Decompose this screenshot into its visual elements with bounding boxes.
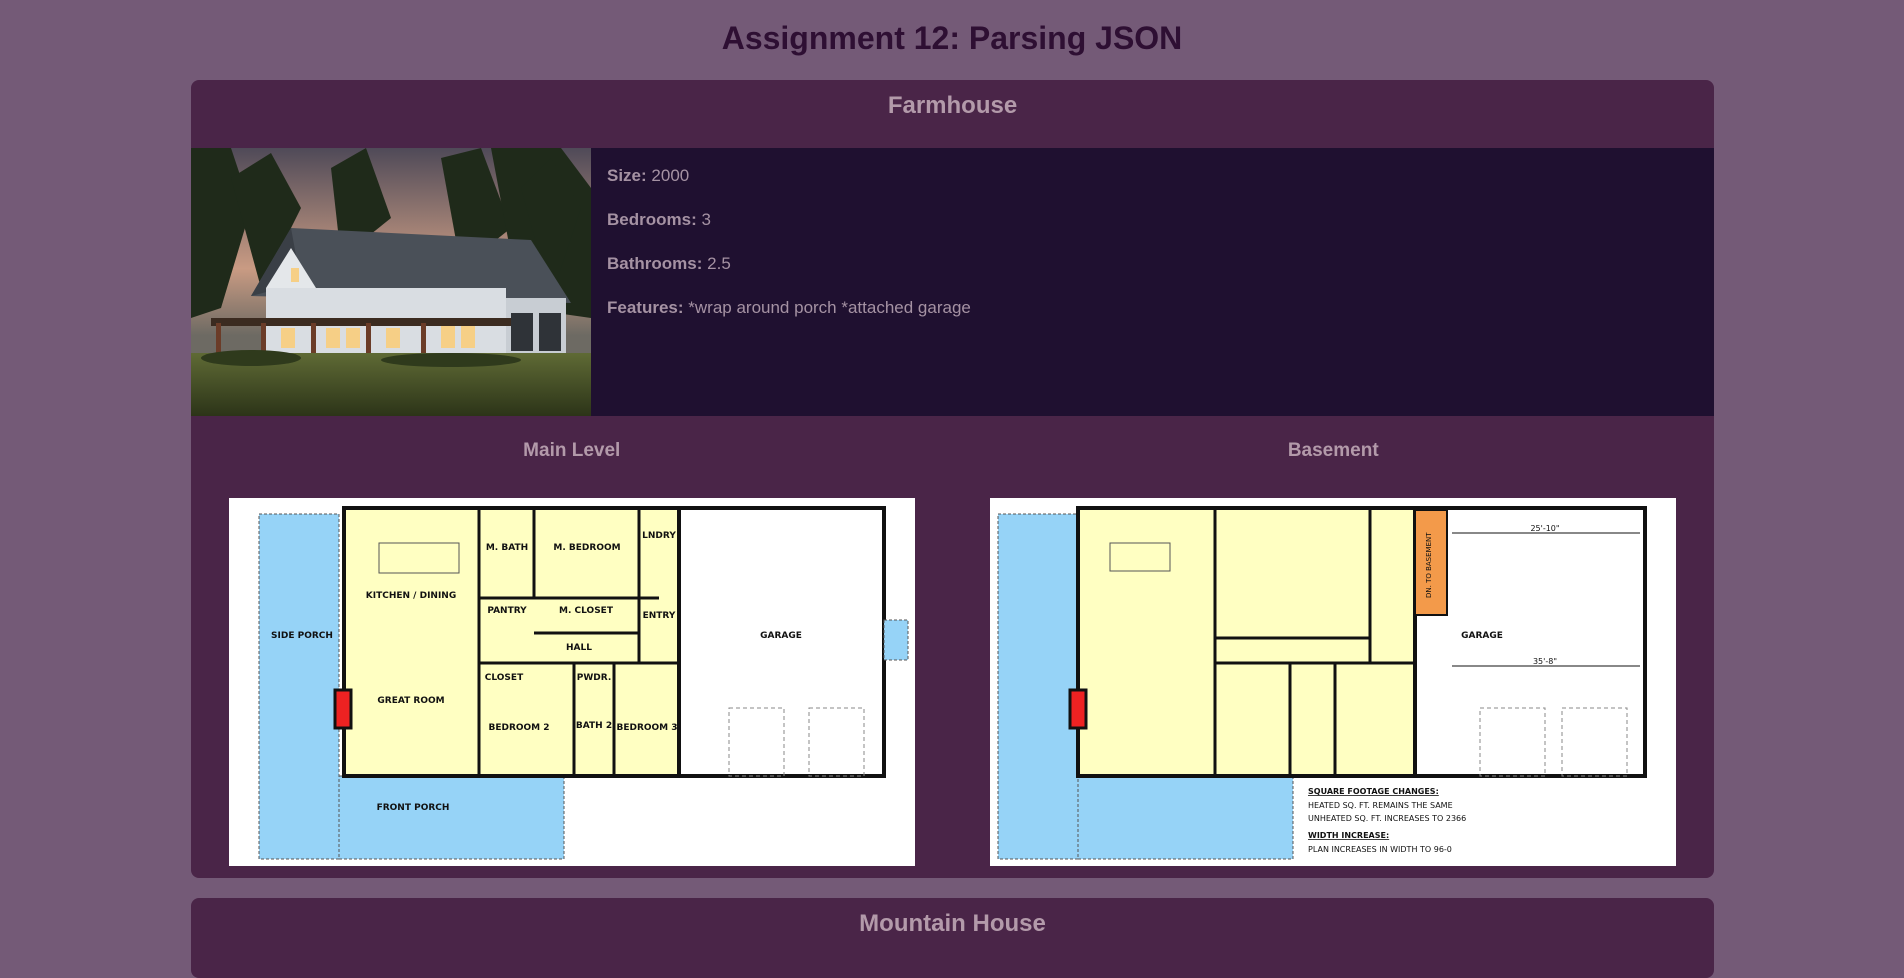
to-basement: DN. TO BASEMENT: [1425, 532, 1433, 598]
room-kitchen: KITCHEN / DINING: [366, 591, 456, 601]
bedrooms-label: Bedrooms:: [607, 210, 697, 229]
room-m-bath: M. BATH: [486, 543, 528, 553]
size-value: 2000: [651, 166, 690, 185]
basement-plan-image: 25'-10" 35'-8" DN. TO BASEMENT GARAGE SQ…: [990, 498, 1677, 866]
bedrooms-row: Bedrooms: 3: [607, 210, 971, 230]
features-row: Features: *wrap around porch *attached g…: [607, 298, 971, 318]
house-photo: [191, 148, 591, 416]
room-closet: CLOSET: [485, 673, 524, 683]
room-great-room: GREAT ROOM: [377, 696, 444, 706]
plan-label-main-level: Main Level: [523, 440, 621, 461]
house-card-mountain-house: Mountain House: [191, 898, 1714, 978]
bathrooms-value: 2.5: [707, 254, 731, 273]
bathrooms-row: Bathrooms: 2.5: [607, 254, 971, 274]
house-card-farmhouse: Farmhouse Size: 2000 Bedrooms: 3 Bathroo…: [191, 80, 1714, 878]
room-bedroom-2: BEDROOM 2: [488, 723, 549, 733]
size-label: Size:: [607, 166, 647, 185]
floor-plan-basement: Basement 25'-10" 35'-8" DN. TO BASEMENT …: [990, 440, 1677, 866]
room-front-porch: FRONT PORCH: [376, 803, 449, 813]
sq-line-1: HEATED SQ. FT. REMAINS THE SAME: [1308, 801, 1453, 810]
room-m-closet: M. CLOSET: [559, 606, 614, 616]
dim-top: 25'-10": [1531, 524, 1560, 533]
house-name: Farmhouse: [887, 92, 1018, 119]
house-info: Size: 2000 Bedrooms: 3 Bathrooms: 2.5 Fe…: [191, 148, 1714, 416]
bedrooms-value: 3: [701, 210, 711, 229]
room-side-porch: SIDE PORCH: [271, 631, 333, 641]
main-level-plan-image: SIDE PORCH KITCHEN / DINING GREAT ROOM M…: [228, 498, 915, 866]
bathrooms-label: Bathrooms:: [607, 254, 703, 273]
features-label: Features:: [607, 298, 684, 317]
room-garage-basement: GARAGE: [1461, 631, 1503, 641]
room-bath-2: BATH 2: [576, 721, 612, 731]
room-bedroom-3: BEDROOM 3: [616, 723, 677, 733]
room-pwdr: PWDR.: [576, 673, 611, 683]
page-title: Assignment 12: Parsing JSON: [721, 20, 1183, 56]
width-line: PLAN INCREASES IN WIDTH TO 96-0: [1308, 845, 1452, 854]
sq-heading: SQUARE FOOTAGE CHANGES:: [1308, 787, 1439, 796]
room-entry: ENTRY: [642, 611, 675, 621]
room-hall: HALL: [566, 643, 592, 653]
width-heading: WIDTH INCREASE:: [1308, 831, 1389, 840]
features-value: *wrap around porch *attached garage: [688, 298, 971, 317]
room-garage: GARAGE: [760, 631, 802, 641]
size-row: Size: 2000: [607, 166, 971, 186]
sq-line-2: UNHEATED SQ. FT. INCREASES TO 2366: [1308, 814, 1466, 823]
plan-label-basement: Basement: [1287, 440, 1379, 461]
house-details: Size: 2000 Bedrooms: 3 Bathrooms: 2.5 Fe…: [591, 148, 987, 416]
house-name: Mountain House: [859, 910, 1046, 937]
room-m-bedroom: M. BEDROOM: [553, 543, 620, 553]
room-pantry: PANTRY: [487, 606, 527, 616]
floor-plans: Main Level SIDE PORCH KITCHEN / DINING G…: [191, 416, 1714, 866]
dim-mid: 35'-8": [1533, 657, 1557, 666]
floor-plan-main-level: Main Level SIDE PORCH KITCHEN / DINING G…: [228, 440, 915, 866]
room-lndry: LNDRY: [642, 531, 676, 541]
